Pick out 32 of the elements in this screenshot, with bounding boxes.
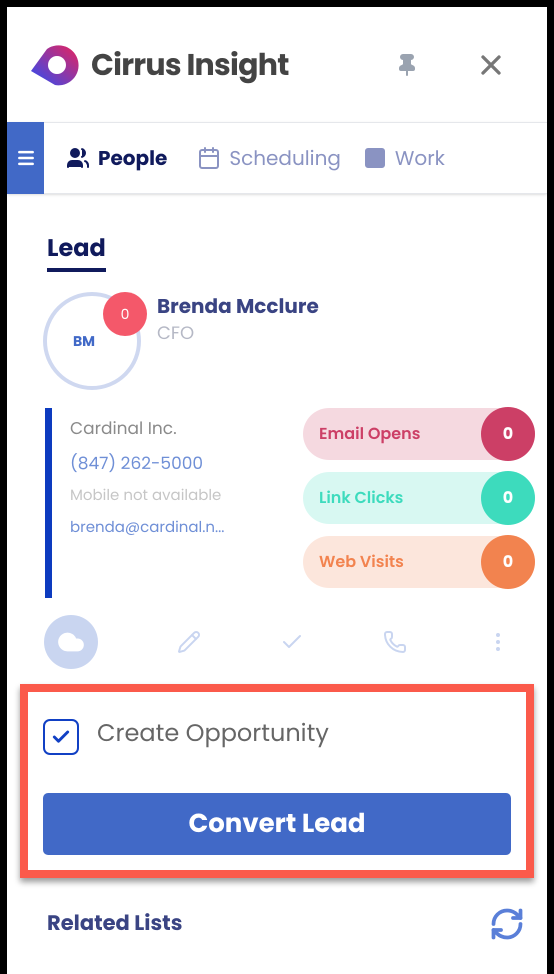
contact-role: CFO bbox=[157, 320, 196, 347]
app-title: Cirrus Insight bbox=[91, 42, 289, 87]
phone-icon[interactable] bbox=[383, 630, 407, 654]
menu-icon bbox=[16, 148, 36, 168]
checkbox[interactable] bbox=[43, 719, 79, 755]
mobile-text: Mobile not available bbox=[70, 485, 222, 508]
calendar-icon bbox=[197, 146, 222, 170]
company-name: Cardinal Inc. bbox=[70, 416, 178, 442]
phone-link[interactable]: (847) 262-5000 bbox=[70, 450, 277, 476]
stat-label: Link Clicks bbox=[319, 486, 404, 510]
refresh-icon[interactable] bbox=[489, 906, 525, 942]
edit-icon[interactable] bbox=[177, 630, 201, 654]
convert-lead-button[interactable]: Convert Lead bbox=[43, 793, 511, 855]
related-lists-title: Related Lists bbox=[47, 908, 182, 940]
section-tab[interactable]: Lead bbox=[47, 232, 106, 272]
stat-label: Web Visits bbox=[319, 550, 404, 574]
avatar-initials: BM bbox=[72, 330, 96, 352]
contact-name: Brenda Mcclure bbox=[157, 292, 319, 320]
checkbox-label: Create Opportunity bbox=[97, 716, 329, 752]
menu-button[interactable] bbox=[7, 122, 44, 194]
email-link[interactable]: brenda@cardinal.n... bbox=[70, 516, 277, 539]
stat-label: Email Opens bbox=[319, 422, 420, 446]
people-icon bbox=[66, 146, 90, 170]
nav-tab[interactable]: Work bbox=[362, 143, 445, 173]
cloud-button[interactable] bbox=[44, 615, 98, 669]
stat-count: 0 bbox=[481, 471, 535, 525]
stat-count: 0 bbox=[481, 407, 535, 461]
nav-tab[interactable]: Scheduling bbox=[197, 143, 341, 173]
nav-tab[interactable]: People bbox=[66, 143, 168, 173]
stat-count: 0 bbox=[481, 535, 535, 589]
square-icon bbox=[362, 146, 387, 170]
notification-badge: 0 bbox=[103, 292, 147, 336]
